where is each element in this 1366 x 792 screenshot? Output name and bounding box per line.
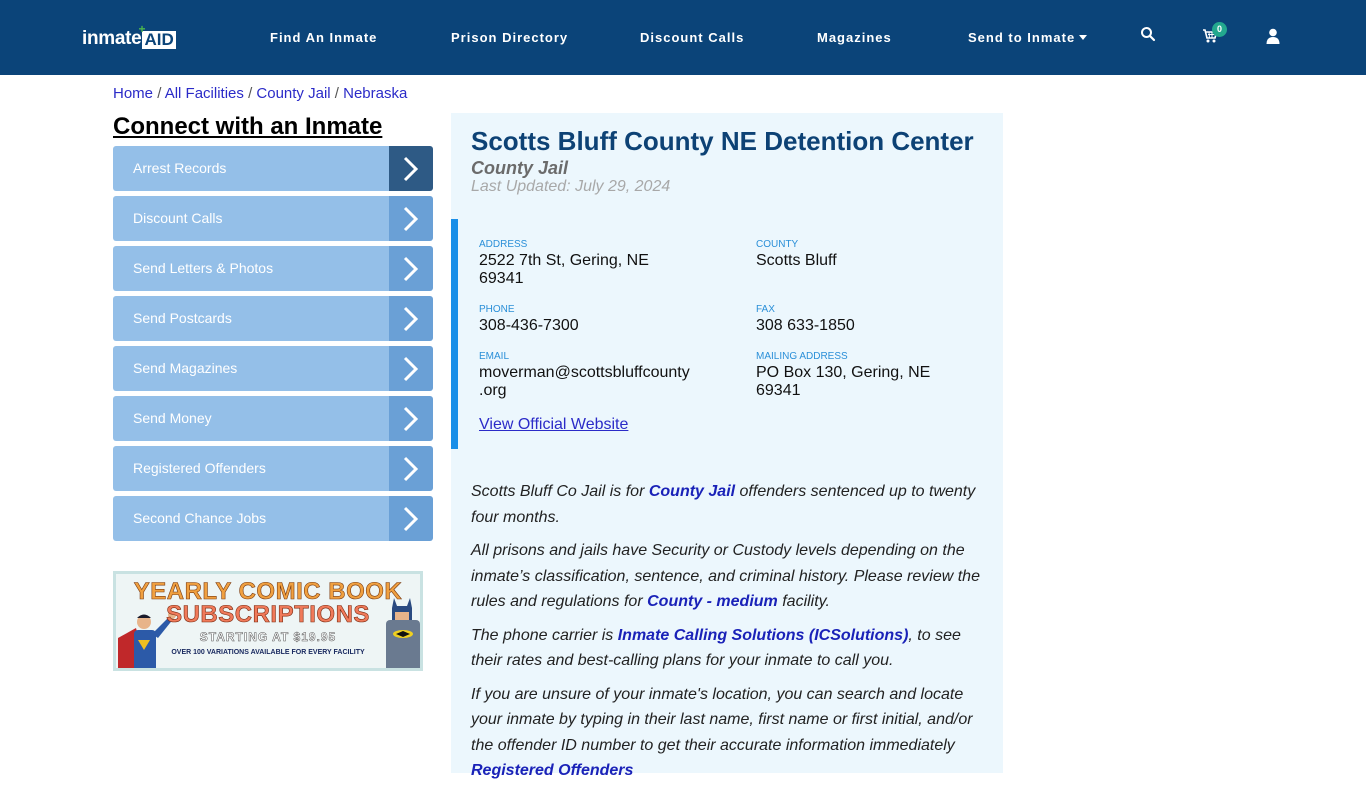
sidebar-item-label: Arrest Records (113, 146, 389, 191)
mailing-address-field: Mailing Address PO Box 130, Gering, NE 6… (756, 351, 930, 400)
description-text: Scotts Bluff Co Jail is for (471, 483, 649, 500)
fax-label: Fax (756, 304, 775, 315)
chevron-right-icon (389, 246, 433, 291)
sidebar-item-registered-offenders[interactable]: Registered Offenders (113, 446, 433, 491)
county-jail-link[interactable]: County Jail (649, 483, 735, 500)
sidebar-item-label: Second Chance Jobs (113, 496, 389, 541)
sidebar-item-label: Send Magazines (113, 346, 389, 391)
sidebar-item-label: Registered Offenders (113, 446, 389, 491)
chevron-right-icon (389, 396, 433, 441)
sidebar-item-second-chance-jobs[interactable]: Second Chance Jobs (113, 496, 433, 541)
logo-plus-icon: + (138, 22, 146, 36)
breadcrumb-separator: / (248, 85, 253, 102)
facility-description: Scotts Bluff Co Jail is for County Jail … (471, 479, 991, 792)
sidebar-item-discount-calls[interactable]: Discount Calls (113, 196, 433, 241)
email-line1[interactable]: moverman@scottsbluffcounty (479, 364, 690, 382)
logo-badge: + AID (138, 23, 176, 49)
nav-send-to-inmate[interactable]: Send to Inmate (968, 30, 1088, 46)
nav-prison-directory[interactable]: Prison Directory (451, 30, 568, 46)
chevron-right-icon (389, 346, 433, 391)
sidebar-title: Connect with an Inmate (113, 113, 383, 140)
address-line2: 69341 (479, 270, 524, 287)
sidebar-item-arrest-records[interactable]: Arrest Records (113, 146, 433, 191)
registered-offenders-link[interactable]: Registered Offenders (471, 762, 633, 779)
chevron-right-icon (389, 446, 433, 491)
breadcrumb-county-jail[interactable]: County Jail (256, 85, 330, 102)
description-text: The phone carrier is (471, 626, 618, 644)
comic-subscription-ad-banner[interactable]: YEARLY COMIC BOOK SUBSCRIPTIONS STARTING… (113, 571, 423, 671)
chevron-right-icon (389, 146, 433, 191)
description-paragraph: Scotts Bluff Co Jail is for County Jail … (471, 479, 991, 530)
user-icon[interactable] (1266, 28, 1286, 48)
ad-headline-line2: SUBSCRIPTIONS (166, 601, 370, 628)
sidebar-item-label: Discount Calls (113, 196, 389, 241)
sidebar-item-label: Send Letters & Photos (113, 246, 389, 291)
breadcrumb-home[interactable]: Home (113, 85, 153, 102)
email-line2[interactable]: .org (479, 382, 690, 400)
sidebar-item-label: Send Money (113, 396, 389, 441)
description-paragraph: The phone carrier is Inmate Calling Solu… (471, 623, 991, 674)
nav-find-an-inmate[interactable]: Find An Inmate (270, 30, 377, 46)
description-paragraph: All prisons and jails have Security or C… (471, 538, 991, 615)
nav-discount-calls[interactable]: Discount Calls (640, 30, 744, 46)
phone-label: Phone (479, 304, 515, 315)
sidebar-item-send-magazines[interactable]: Send Magazines (113, 346, 433, 391)
sidebar-item-label: Send Postcards (113, 296, 389, 341)
description-paragraph: If you are unsure of your inmate's locat… (471, 682, 991, 784)
breadcrumb-separator: / (334, 85, 339, 102)
phone-value[interactable]: 308-436-7300 (479, 317, 579, 335)
sidebar-item-send-postcards[interactable]: Send Postcards (113, 296, 433, 341)
description-text: If you are unsure of your inmate's locat… (471, 685, 973, 754)
sidebar-item-send-money[interactable]: Send Money (113, 396, 433, 441)
address-field: Address 2522 7th St, Gering, NE 69341 (479, 239, 649, 288)
breadcrumb-all-facilities[interactable]: All Facilities (165, 85, 244, 102)
facility-contact-info: Address 2522 7th St, Gering, NE 69341 Co… (451, 219, 1003, 449)
address-line1: 2522 7th St, Gering, NE (479, 252, 649, 269)
sidebar-menu: Arrest Records Discount Calls Send Lette… (113, 146, 433, 546)
fax-field: Fax 308 633-1850 (756, 304, 855, 335)
county-label: County (756, 239, 799, 250)
caret-down-icon (1079, 35, 1088, 40)
facility-panel: Scotts Bluff County NE Detention Center … (451, 113, 1003, 779)
address-label: Address (479, 239, 528, 250)
mailing-address-label: Mailing Address (756, 351, 848, 362)
inmateaid-logo[interactable]: inmate + AID (82, 23, 176, 49)
ad-tagline: OVER 100 VARIATIONS AVAILABLE FOR EVERY … (171, 649, 365, 656)
email-field: Email moverman@scottsbluffcounty .org (479, 351, 690, 400)
logo-text: inmate (82, 28, 142, 49)
cart-count-badge: 0 (1212, 22, 1227, 37)
breadcrumb-separator: / (157, 85, 162, 102)
county-field: County Scotts Bluff (756, 239, 837, 270)
search-icon[interactable] (1140, 26, 1160, 46)
nav-send-to-inmate-label: Send to Inmate (968, 30, 1076, 45)
sidebar-item-send-letters-photos[interactable]: Send Letters & Photos (113, 246, 433, 291)
logo-badge-text: AID (144, 30, 174, 49)
email-label: Email (479, 351, 510, 362)
view-official-website-link[interactable]: View Official Website (479, 416, 628, 434)
phone-field: Phone 308-436-7300 (479, 304, 579, 335)
mailing-address-line2: 69341 (756, 382, 801, 399)
icsolutions-link[interactable]: Inmate Calling Solutions (ICSolutions) (618, 627, 909, 644)
last-updated: Last Updated: July 29, 2024 (471, 178, 671, 195)
county-medium-link[interactable]: County - medium (647, 593, 778, 610)
description-text: facility. (777, 593, 830, 610)
breadcrumb-nebraska[interactable]: Nebraska (343, 85, 407, 102)
chevron-right-icon (389, 496, 433, 541)
chevron-right-icon (389, 296, 433, 341)
mailing-address-line1: PO Box 130, Gering, NE (756, 364, 931, 381)
chevron-right-icon (389, 196, 433, 241)
county-value: Scotts Bluff (756, 252, 837, 269)
ad-price: STARTING AT $19.95 (199, 630, 337, 645)
fax-value: 308 633-1850 (756, 317, 855, 334)
facility-title: Scotts Bluff County NE Detention Center (471, 126, 974, 156)
breadcrumb: Home / All Facilities / County Jail / Ne… (113, 85, 407, 103)
nav-magazines[interactable]: Magazines (817, 30, 892, 46)
top-navigation-bar: inmate + AID Find An Inmate Prison Direct… (0, 0, 1366, 75)
facility-type: County Jail (471, 158, 569, 178)
